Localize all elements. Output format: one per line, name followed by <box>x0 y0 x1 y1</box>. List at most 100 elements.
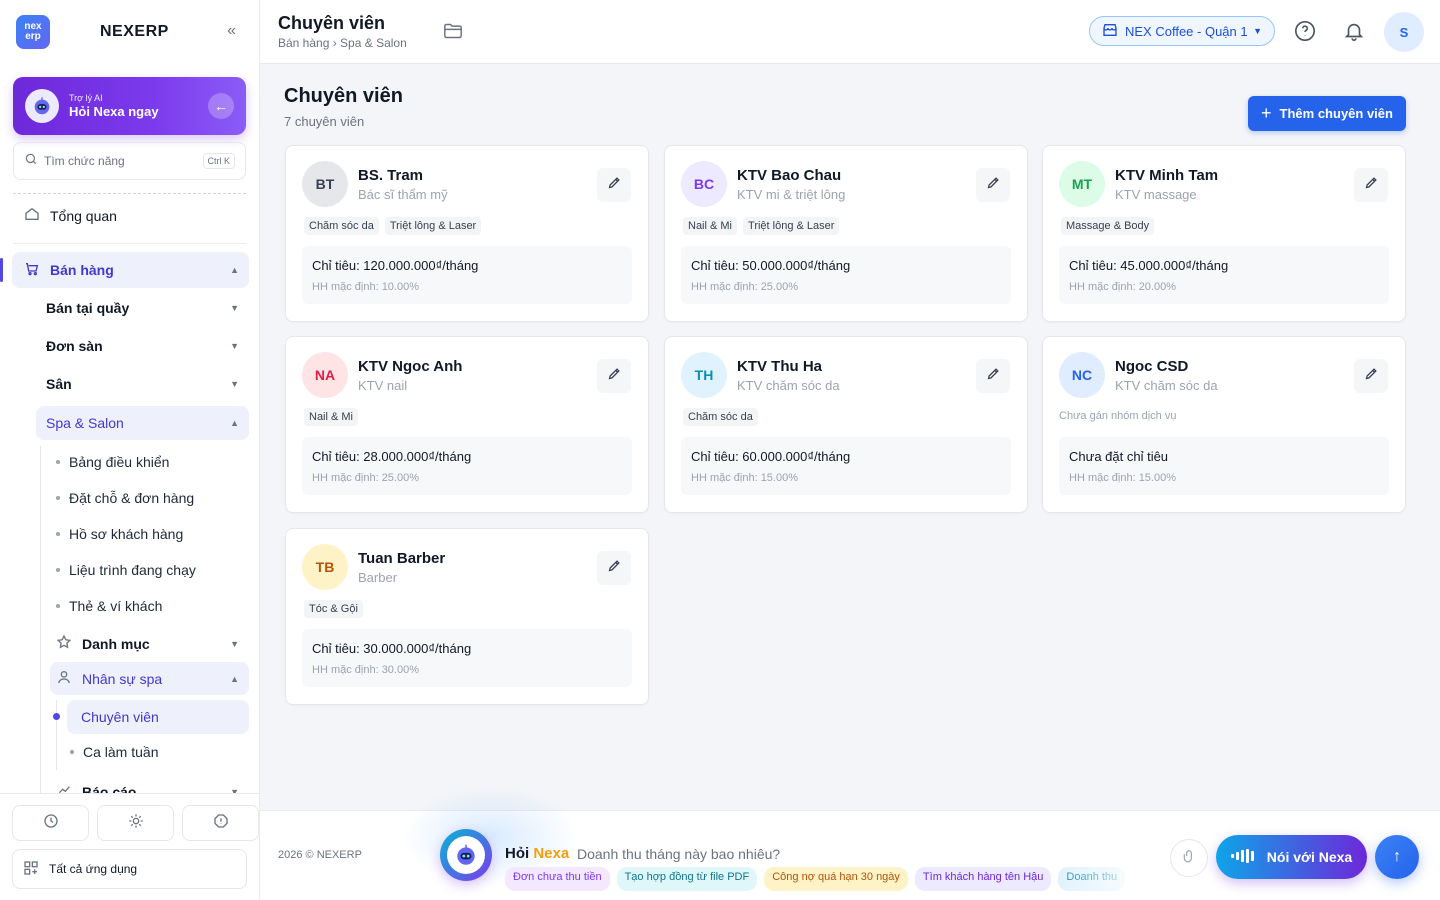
user-avatar[interactable]: S <box>1384 12 1424 52</box>
service-tag: Nail & Mi <box>304 408 359 426</box>
specialist-card[interactable]: BT BS. Tram Bác sĩ thẩm mỹ Chăm sóc da Tr… <box>285 145 649 322</box>
specialist-card[interactable]: BC KTV Bao Chau KTV mi & triệt lông Nail… <box>664 145 1028 322</box>
sidebar-item-court[interactable]: Sân ▼ <box>46 376 249 392</box>
sidebar: nex erp NEXERP « Trợ lý AI Hỏi Nexa ngay… <box>0 0 260 900</box>
default-commission: HH mặc định: 25.00% <box>312 472 419 484</box>
soundwave-icon <box>1230 848 1257 866</box>
default-commission: HH mặc định: 20.00% <box>1069 281 1176 293</box>
feature-search[interactable]: Ctrl K <box>13 142 246 180</box>
home-icon <box>22 206 42 225</box>
tree-line <box>56 700 57 770</box>
all-apps-button[interactable]: Tất cả ứng dụng <box>12 849 247 889</box>
brand-name: NEXERP <box>100 23 169 40</box>
chat-prompt-input[interactable]: Doanh thu tháng này bao nhiêu? <box>577 846 780 862</box>
service-tags: Nail & Mi Triệt lông & Laser <box>683 217 840 235</box>
sidebar-item-catalog[interactable]: Danh mục ▼ <box>54 634 249 653</box>
default-commission: HH mặc định: 30.00% <box>312 664 419 676</box>
sidebar-item-pos[interactable]: Bán tại quầy ▼ <box>46 300 249 316</box>
edit-button[interactable] <box>976 168 1010 202</box>
specialist-card[interactable]: MT KTV Minh Tam KTV massage Massage & Bo… <box>1042 145 1406 322</box>
voice-nexa-button[interactable]: Nói với Nexa <box>1216 835 1367 879</box>
arrow-left-icon[interactable]: ← <box>208 93 234 119</box>
suggestion-chip[interactable]: Công nợ quá hạn 30 ngày <box>764 867 908 891</box>
ai-assistant-card[interactable]: Trợ lý AI Hỏi Nexa ngay ← <box>13 77 246 135</box>
copyright: 2026 © NEXERP <box>278 849 362 861</box>
footer: 2026 © NEXERP Hỏi Nexa Doanh thu tháng n… <box>260 786 1440 900</box>
chevron-up-icon: ▲ <box>230 265 239 275</box>
suggestion-chip[interactable]: Tìm khách hàng tên Hậu <box>914 867 1052 891</box>
service-tag: Nail & Mi <box>683 217 738 235</box>
sidebar-item-label: Spa & Salon <box>46 415 124 431</box>
alert-button[interactable] <box>182 805 259 841</box>
bullet <box>56 460 60 464</box>
suggestion-chip[interactable]: Doanh thu <box>1058 867 1126 891</box>
specialist-role: Bác sĩ thẩm mỹ <box>358 187 448 202</box>
sidebar-item-cards-wallets[interactable]: Thẻ & ví khách <box>56 598 162 614</box>
collapse-sidebar-icon[interactable]: « <box>227 22 236 40</box>
brand-logo[interactable]: nex erp <box>16 15 50 49</box>
folder-icon[interactable] <box>443 22 463 45</box>
store-selector[interactable]: NEX Coffee - Quận 1 ▼ <box>1089 16 1275 46</box>
chevron-down-icon: ▼ <box>230 303 239 313</box>
suggestion-chip[interactable]: Tạo hợp đồng từ file PDF <box>616 867 758 891</box>
sidebar-item-spa-staff[interactable]: Nhân sự spa ▲ <box>50 662 249 695</box>
sidebar-item-running-treatments[interactable]: Liệu trình đang chạy <box>56 562 196 578</box>
divider <box>13 243 246 244</box>
send-button[interactable]: ↑ <box>1375 835 1419 879</box>
specialist-role: KTV massage <box>1115 187 1197 202</box>
specialist-role: KTV mi & triệt lông <box>737 187 846 202</box>
breadcrumb[interactable]: Bán hàng › Spa & Salon <box>278 36 407 50</box>
specialist-avatar: TB <box>302 544 348 590</box>
service-tag: Massage & Body <box>1061 217 1155 235</box>
theme-button[interactable] <box>97 805 174 841</box>
chevron-up-icon: ▲ <box>230 418 239 428</box>
add-specialist-button[interactable]: + Thêm chuyên viên <box>1248 96 1406 131</box>
specialist-role: Barber <box>358 570 398 585</box>
sidebar-item-spa-salon[interactable]: Spa & Salon ▲ <box>36 406 249 440</box>
target-box: Chỉ tiêu: 60.000.000₫/tháng HH mặc định:… <box>681 437 1011 495</box>
edit-button[interactable] <box>597 168 631 202</box>
sidebar-item-customer-profiles[interactable]: Hồ sơ khách hàng <box>56 526 183 542</box>
sidebar-item-specialists[interactable]: Chuyên viên <box>67 700 249 734</box>
ai-card-subtitle: Trợ lý AI <box>69 93 103 103</box>
specialist-role: KTV nail <box>358 378 408 393</box>
sidebar-item-bookings[interactable]: Đặt chỗ & đơn hàng <box>56 490 194 506</box>
specialist-card[interactable]: TH KTV Thu Ha KTV chăm sóc da Chăm sóc d… <box>664 336 1028 513</box>
sidebar-item-label: Ca làm tuần <box>83 744 159 760</box>
search-icon <box>24 152 38 171</box>
alert-icon <box>213 813 229 833</box>
edit-button[interactable] <box>597 359 631 393</box>
sales-target: Chỉ tiêu: 30.000.000₫/tháng <box>312 641 472 656</box>
specialist-avatar: NA <box>302 352 348 398</box>
pencil-icon <box>607 558 622 578</box>
suggestion-chip[interactable]: Đơn chưa thu tiền <box>505 867 610 891</box>
specialist-card[interactable]: NC Ngoc CSD KTV chăm sóc da Chưa gán nhó… <box>1042 336 1406 513</box>
divider <box>13 193 246 194</box>
edit-button[interactable] <box>1354 359 1388 393</box>
search-input[interactable] <box>44 154 194 168</box>
edit-button[interactable] <box>597 551 631 585</box>
all-apps-label: Tất cả ứng dụng <box>49 862 138 876</box>
sidebar-item-marketplace[interactable]: Đơn sàn ▼ <box>46 338 249 354</box>
nexa-bot-avatar[interactable] <box>440 829 492 881</box>
pencil-icon <box>986 366 1001 386</box>
sidebar-item-overview[interactable]: Tổng quan <box>22 206 117 225</box>
sidebar-item-weekly-shifts[interactable]: Ca làm tuần <box>70 744 158 760</box>
help-icon[interactable] <box>1292 18 1318 44</box>
specialist-card[interactable]: TB Tuan Barber Barber Tóc & Gội Chỉ tiêu… <box>285 528 649 705</box>
sidebar-item-sales[interactable]: Bán hàng ▲ <box>12 252 249 288</box>
history-button[interactable] <box>12 805 89 841</box>
sidebar-item-label: Nhân sự spa <box>82 670 163 687</box>
edit-button[interactable] <box>1354 168 1388 202</box>
sidebar-item-spa-dashboard[interactable]: Bảng điều khiển <box>56 454 169 470</box>
sidebar-item-label: Chuyên viên <box>81 709 159 725</box>
service-tags: Chăm sóc da Triệt lông & Laser <box>304 217 482 235</box>
specialist-card[interactable]: NA KTV Ngoc Anh KTV nail Nail & Mi Chỉ t… <box>285 336 649 513</box>
attach-button[interactable] <box>1170 839 1208 877</box>
bell-icon[interactable] <box>1341 18 1367 44</box>
target-box: Chưa đặt chỉ tiêu HH mặc định: 15.00% <box>1059 437 1389 495</box>
grid-icon <box>23 860 39 879</box>
sales-target: Chỉ tiêu: 45.000.000₫/tháng <box>1069 258 1229 273</box>
specialist-avatar: BT <box>302 161 348 207</box>
edit-button[interactable] <box>976 359 1010 393</box>
